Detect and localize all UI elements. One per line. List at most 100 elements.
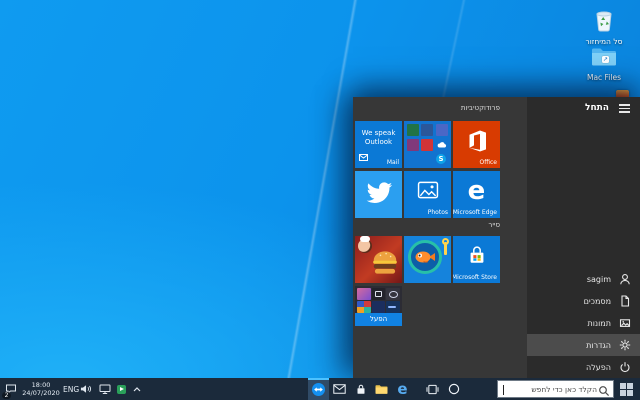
skype-icon: S (436, 154, 446, 164)
tile-twitter[interactable] (355, 171, 402, 218)
network-icon[interactable] (99, 383, 111, 395)
tile-play-folder[interactable]: הפעל (355, 286, 402, 326)
powerpoint-icon (421, 139, 433, 151)
hamburger-menu-icon[interactable] (617, 102, 632, 115)
rail-item-user[interactable]: sagim (527, 268, 640, 290)
tile-mail[interactable]: We speak Outlook Mail (355, 121, 402, 168)
taskbar-search[interactable] (497, 380, 614, 398)
tray-chevron-up-icon[interactable] (132, 385, 142, 394)
mail-envelope-icon (359, 146, 368, 165)
taskbar-app-icons: e (308, 378, 464, 400)
rail-item-label: sagim (587, 275, 611, 284)
search-icon (598, 385, 610, 397)
start-menu-side-rail: התחל sagim מסמכים תמונות (527, 97, 640, 378)
tile-label: Office (479, 159, 497, 166)
tile-row: Microsoft Store (355, 236, 500, 283)
edge-icon: e (468, 176, 486, 206)
settings-gear-icon (619, 339, 631, 351)
recycle-bin-icon (592, 17, 616, 36)
taskbar-file-explorer-button[interactable] (371, 378, 392, 400)
office-logo-icon (465, 129, 489, 157)
folder-icon: ↗ (591, 46, 617, 72)
search-input[interactable] (498, 381, 613, 397)
rail-item-power[interactable]: הפעלה (527, 356, 640, 378)
cortana-button[interactable] (443, 378, 464, 400)
green-tray-icon[interactable] (117, 385, 126, 394)
tile-cooking-fever[interactable] (355, 236, 402, 283)
power-icon (619, 361, 631, 373)
teams-icon (436, 124, 448, 136)
edge-icon: e (397, 382, 407, 397)
store-bag-icon (466, 243, 488, 268)
word-icon (421, 124, 433, 136)
clock-date: 24/07/2020 (22, 389, 59, 397)
taskbar-mail-button[interactable] (329, 378, 350, 400)
action-center-button[interactable]: 2 (2, 378, 20, 400)
pictures-icon (619, 317, 631, 329)
tile-group-label-explore: סייר (355, 220, 500, 230)
tile-label: Mail (387, 159, 399, 166)
start-menu-tile-area: פרודוקטיביות We speak Outlook Mail (353, 97, 527, 378)
rail-item-label: הגדרות (586, 341, 611, 350)
mini-tile (357, 301, 371, 313)
start-button[interactable] (616, 378, 637, 400)
partially-hidden-desktop-icon[interactable] (616, 90, 629, 97)
document-icon (619, 295, 631, 307)
tile-fishdom[interactable] (404, 236, 451, 283)
language-indicator[interactable]: ENG (63, 378, 79, 400)
clock-time: 18:00 (32, 381, 51, 389)
rail-item-settings[interactable]: הגדרות (527, 334, 640, 356)
desktop-icon-recycle-bin[interactable]: סל המיחזור (576, 8, 632, 46)
rail-item-label: תמונות (587, 319, 611, 328)
rail-item-label: הפעלה (586, 363, 611, 372)
file-explorer-icon (375, 384, 388, 395)
photos-icon (417, 181, 439, 203)
start-menu: פרודוקטיביות We speak Outlook Mail (353, 97, 640, 378)
onedrive-icon (436, 139, 448, 151)
onenote-icon (407, 139, 419, 151)
system-tray (80, 378, 142, 400)
twitter-bird-icon (364, 178, 394, 212)
store-icon (355, 383, 367, 395)
volume-icon[interactable] (80, 383, 93, 395)
rail-item-documents[interactable]: מסמכים (527, 290, 640, 312)
tile-row: הפעל (355, 286, 500, 326)
windows-logo-icon (620, 383, 633, 396)
tile-photos[interactable]: Photos (404, 171, 451, 218)
task-view-button[interactable] (422, 378, 443, 400)
desktop-icon-label: סל המיחזור (576, 38, 632, 46)
tile-label: Microsoft Store (453, 274, 497, 281)
tile-label: Microsoft Edge (453, 209, 497, 216)
start-menu-header: התחל (585, 102, 632, 115)
desktop-icon-mac-files[interactable]: ↗ Mac Files (576, 46, 632, 82)
movies-tv-mini-icon (372, 288, 386, 300)
cortana-icon (448, 383, 460, 395)
key-art (444, 242, 447, 255)
tile-microsoft-store[interactable]: Microsoft Store (453, 236, 500, 283)
excel-icon (407, 124, 419, 136)
taskbar-teamviewer-button[interactable] (308, 378, 329, 400)
taskbar-clock[interactable]: 18:00 24/07/2020 (21, 378, 61, 400)
tile-office[interactable]: Office (453, 121, 500, 168)
mini-tile (386, 288, 400, 300)
shortcut-arrow-icon: ↗ (602, 56, 609, 63)
taskbar-edge-button[interactable]: e (392, 378, 413, 400)
taskbar: 2 18:00 24/07/2020 ENG (0, 378, 640, 400)
user-icon (619, 273, 631, 285)
mini-tile (357, 288, 371, 300)
tile-microsoft-edge[interactable]: e Microsoft Edge (453, 171, 500, 218)
fish-icon (414, 249, 436, 269)
tile-label: Photos (428, 209, 448, 216)
tile-office-apps-live[interactable]: S (404, 121, 451, 168)
tile-label: הפעל (355, 313, 402, 326)
notification-badge: 2 (2, 392, 11, 399)
taskbar-store-button[interactable] (350, 378, 371, 400)
rail-item-pictures[interactable]: תמונות (527, 312, 640, 334)
folder-mini-tiles (357, 288, 400, 313)
teamviewer-icon (312, 383, 325, 396)
prime-video-mini-icon (386, 301, 400, 313)
desktop-icon-label: Mac Files (576, 74, 632, 82)
text-caret (503, 385, 504, 395)
task-view-icon (426, 384, 439, 395)
tile-row: We speak Outlook Mail (355, 121, 500, 168)
